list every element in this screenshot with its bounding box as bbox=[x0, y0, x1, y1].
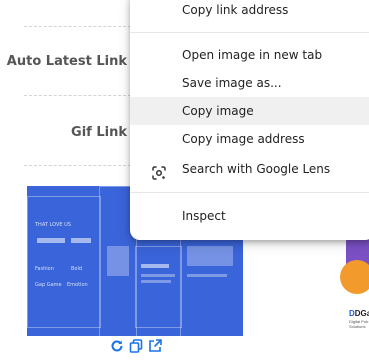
google-lens-icon bbox=[152, 162, 166, 180]
thumbnail-text: Emotion bbox=[67, 282, 88, 288]
refresh-icon[interactable] bbox=[110, 339, 124, 353]
thumbnail-text: Gap Game bbox=[35, 282, 62, 288]
menu-item-copy-image[interactable]: Copy image bbox=[130, 97, 369, 125]
menu-item-inspect[interactable]: Inspect bbox=[130, 202, 369, 230]
row-divider bbox=[24, 95, 136, 96]
gif-link-label: Gif Link bbox=[71, 125, 127, 140]
menu-item-copy-image-address[interactable]: Copy image address bbox=[130, 125, 369, 153]
context-menu: Copy link address Open image in new tab … bbox=[130, 0, 369, 240]
ad-preview-thumbnail[interactable]: DDGati Digital Pub Solutions bbox=[336, 232, 369, 332]
menu-item-search-google-lens[interactable]: Search with Google Lens bbox=[130, 155, 369, 183]
open-external-icon[interactable] bbox=[148, 339, 162, 353]
menu-item-open-image-new-tab[interactable]: Open image in new tab bbox=[130, 41, 369, 69]
menu-item-copy-link-address[interactable]: Copy link address bbox=[130, 0, 369, 24]
thumbnail-text: THAT LOVE US bbox=[35, 222, 71, 228]
row-divider bbox=[24, 26, 136, 27]
brand-logo: DDGati bbox=[349, 309, 369, 318]
thumbnail-text: Bold bbox=[71, 266, 83, 272]
row-divider bbox=[24, 165, 136, 166]
thumbnail-text: Fashion bbox=[35, 266, 54, 272]
thumbnail-actions bbox=[110, 339, 162, 353]
menu-separator bbox=[130, 32, 369, 33]
brand-tagline: Digital Pub Solutions bbox=[349, 319, 369, 329]
copy-icon[interactable] bbox=[129, 339, 143, 353]
auto-latest-link-label: Auto Latest Link bbox=[6, 54, 127, 69]
menu-separator bbox=[130, 192, 369, 193]
menu-item-save-image-as[interactable]: Save image as... bbox=[130, 69, 369, 97]
menu-item-label: Search with Google Lens bbox=[182, 162, 331, 176]
